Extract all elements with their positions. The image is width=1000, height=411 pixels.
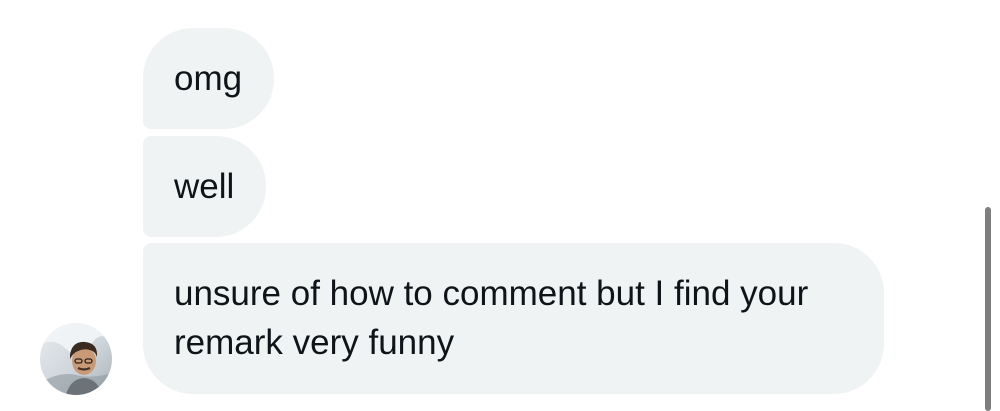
message-text: well	[174, 167, 235, 206]
message-bubble[interactable]: omg	[143, 28, 275, 129]
scrollbar-thumb[interactable]	[985, 207, 991, 411]
message-bubble[interactable]: well	[143, 136, 267, 237]
message-text: unsure of how to comment but I find your…	[174, 274, 809, 362]
message-bubble[interactable]: unsure of how to comment but I find your…	[143, 243, 884, 394]
sender-avatar[interactable]	[40, 323, 112, 395]
conversation-thread: omg well unsure of how to comment but I …	[0, 0, 1000, 411]
avatar-photo-icon	[40, 323, 112, 395]
message-text: omg	[174, 59, 243, 98]
